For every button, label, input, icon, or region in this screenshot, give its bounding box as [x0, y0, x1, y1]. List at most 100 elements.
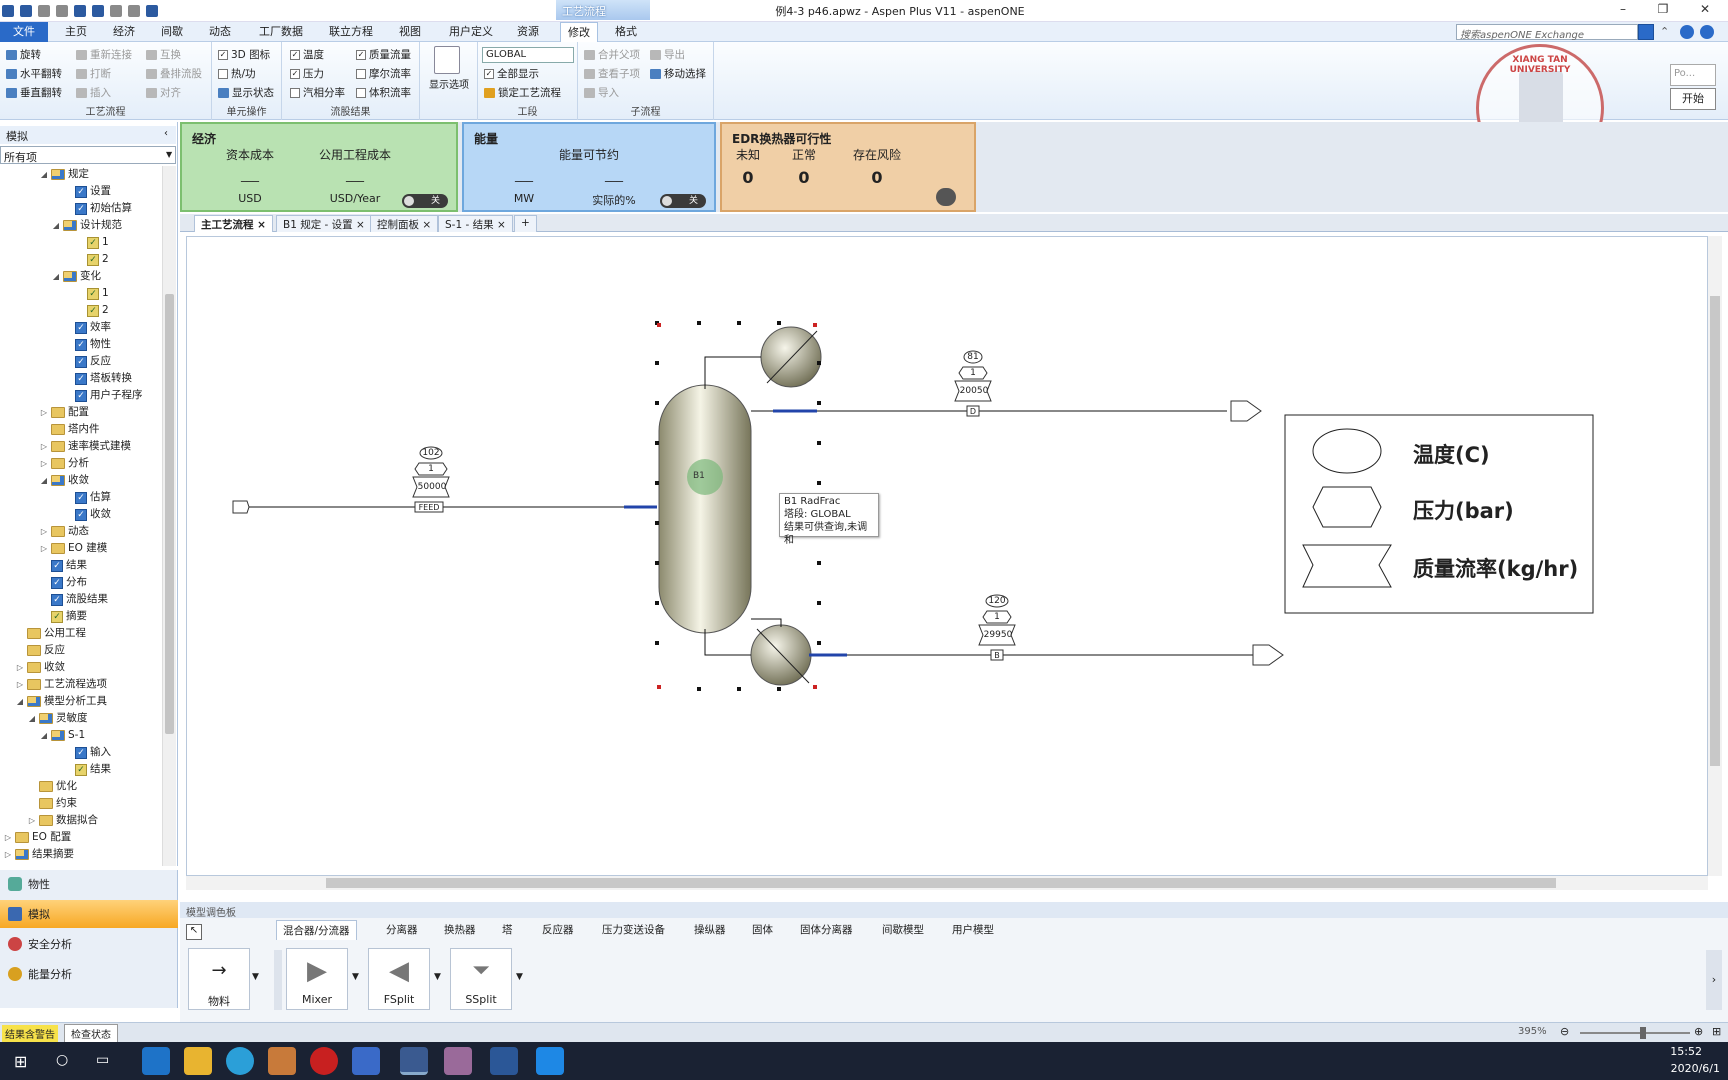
expand-icon[interactable]: ◢: [52, 217, 60, 234]
tree-node[interactable]: ✓ 塔板转换: [64, 370, 132, 387]
nav-simulation-button[interactable]: 模拟: [0, 900, 178, 928]
show-all-checkbox[interactable]: ✓: [484, 68, 494, 79]
vapor-fraction-checkbox[interactable]: [290, 87, 300, 98]
app-icon-3[interactable]: [444, 1047, 472, 1075]
close-icon[interactable]: ×: [257, 219, 266, 231]
palette-tab-user[interactable]: 用户模型: [946, 920, 1000, 940]
recorder-icon[interactable]: [310, 1047, 338, 1075]
tree-node[interactable]: ▷ 动态: [40, 523, 89, 540]
tab-resources[interactable]: 资源: [510, 22, 546, 42]
app-icon-4[interactable]: [536, 1047, 564, 1075]
edr-panel[interactable]: EDR换热器可行性 未知 正常 存在风险 0 0 0: [720, 122, 976, 212]
expand-icon[interactable]: ▷: [40, 455, 48, 472]
tab-format[interactable]: 格式: [608, 22, 644, 42]
tree-node[interactable]: 优化: [28, 778, 77, 795]
economics-toggle[interactable]: 关: [402, 194, 448, 208]
app-icon[interactable]: [2, 5, 14, 17]
tree-node[interactable]: ✓ 流股结果: [40, 591, 108, 608]
close-icon[interactable]: ×: [497, 219, 506, 231]
expand-icon[interactable]: ▷: [4, 846, 12, 863]
tree-node[interactable]: ✓ 收敛: [64, 506, 111, 523]
tree-node[interactable]: ✓ 1: [76, 285, 109, 302]
expand-icon[interactable]: ▷: [28, 812, 36, 829]
ribbon-collapse-icon[interactable]: ⌃: [1660, 25, 1669, 38]
tree-node[interactable]: ✓ 分布: [40, 574, 87, 591]
vertical-scroll-thumb[interactable]: [1710, 296, 1720, 766]
tab-modify[interactable]: 修改: [560, 22, 598, 43]
status-warning[interactable]: 结果含警告: [2, 1025, 58, 1042]
vflip-button[interactable]: 垂直翻转: [20, 85, 62, 100]
tab-dynamics[interactable]: 动态: [202, 22, 238, 42]
tab-equation-oriented[interactable]: 联立方程: [322, 22, 380, 42]
tree-node[interactable]: ✓ 2: [76, 302, 109, 319]
tree-node[interactable]: ✓ 结果: [40, 557, 87, 574]
align-button[interactable]: 对齐: [160, 85, 181, 100]
tree-node[interactable]: ✓ 用户子程序: [64, 387, 143, 404]
pressure-checkbox[interactable]: ✓: [290, 68, 300, 79]
tree-node[interactable]: ▷ 配置: [40, 404, 89, 421]
zoom-slider-thumb[interactable]: [1640, 1027, 1646, 1039]
heat-work-checkbox[interactable]: [218, 68, 228, 79]
expand-icon[interactable]: ◢: [40, 727, 48, 744]
break-button[interactable]: 打断: [90, 66, 111, 81]
search-taskbar-icon[interactable]: ○: [56, 1052, 68, 1068]
fit-icon[interactable]: ⊞: [1712, 1025, 1721, 1038]
tree-node[interactable]: ✓ 输入: [64, 744, 111, 761]
zoom-in-icon[interactable]: ⊕: [1694, 1025, 1703, 1038]
tree-scroll-thumb[interactable]: [165, 294, 174, 734]
mass-flow-checkbox[interactable]: ✓: [356, 49, 366, 60]
palette-tab-batch[interactable]: 间歇模型: [876, 920, 930, 940]
zoom-slider[interactable]: [1580, 1027, 1690, 1039]
tree-node[interactable]: ✓ 1: [76, 234, 109, 251]
tree-node[interactable]: ✓ 摘要: [40, 608, 87, 625]
expand-icon[interactable]: ◢: [52, 268, 60, 285]
tab-batch[interactable]: 间歇: [154, 22, 190, 42]
insert-button[interactable]: 插入: [90, 85, 111, 100]
start-button[interactable]: 开始: [1670, 88, 1716, 110]
canvas-horizontal-scrollbar[interactable]: [186, 876, 1708, 890]
tree-node[interactable]: ✓ 估算: [64, 489, 111, 506]
tab-s1-results[interactable]: S-1 - 结果 ×: [438, 215, 513, 232]
palette-tab-manipulators[interactable]: 操纵器: [688, 920, 732, 940]
play-icon[interactable]: [110, 5, 122, 17]
expand-icon[interactable]: ◢: [40, 472, 48, 489]
hflip-button[interactable]: 水平翻转: [20, 66, 62, 81]
icon3d-checkbox[interactable]: ✓: [218, 49, 228, 60]
tree-node[interactable]: ▷ 数据拟合: [28, 812, 98, 829]
reconnect-button[interactable]: 重新连接: [90, 47, 132, 62]
tree-node[interactable]: 约束: [28, 795, 77, 812]
palette-tab-columns[interactable]: 塔: [496, 920, 519, 940]
collapse-pane-icon[interactable]: ‹: [164, 128, 168, 139]
outlook-icon[interactable]: [142, 1047, 170, 1075]
app-icon-2[interactable]: [352, 1047, 380, 1075]
palette-ssplit[interactable]: ⏷ SSplit: [450, 948, 512, 1010]
exchange-button[interactable]: 互换: [160, 47, 181, 62]
palette-tab-separators[interactable]: 分离器: [380, 920, 424, 940]
tree-node[interactable]: ✓ 初始估算: [64, 200, 132, 217]
palette-material-stream[interactable]: → 物料: [188, 948, 250, 1010]
show-status-button[interactable]: 显示状态: [232, 85, 274, 100]
tree-node[interactable]: ✓ 反应: [64, 353, 111, 370]
aspen-plus-icon[interactable]: [400, 1047, 428, 1075]
move-select-button[interactable]: 移动选择: [664, 66, 706, 81]
expand-icon[interactable]: ▷: [4, 829, 12, 846]
tree-node[interactable]: ✓ 物性: [64, 336, 111, 353]
tree-node[interactable]: ◢ 变化: [52, 268, 101, 285]
restore-button[interactable]: ❐: [1652, 2, 1674, 18]
economics-panel[interactable]: 经济 资本成本 公用工程成本 ___ ___ USD USD/Year 关: [180, 122, 458, 212]
help-icon[interactable]: [1700, 25, 1714, 39]
tree-node[interactable]: 公用工程: [16, 625, 86, 642]
palette-scroll-left[interactable]: [274, 950, 282, 1010]
stop-icon[interactable]: [128, 5, 140, 17]
close-button[interactable]: ✕: [1694, 2, 1716, 18]
tab-plant-data[interactable]: 工厂数据: [252, 22, 310, 42]
windows-start-icon[interactable]: ⊞: [14, 1052, 27, 1071]
export-button[interactable]: 导出: [664, 47, 685, 62]
tab-view[interactable]: 视图: [392, 22, 428, 42]
expand-icon[interactable]: ▷: [16, 659, 24, 676]
edr-settings-icon[interactable]: [936, 188, 956, 206]
tree-node[interactable]: ◢ 规定: [40, 166, 89, 183]
minimize-button[interactable]: –: [1612, 2, 1634, 18]
overlay-button[interactable]: 叠排流股: [160, 66, 202, 81]
temperature-checkbox[interactable]: ✓: [290, 49, 300, 60]
